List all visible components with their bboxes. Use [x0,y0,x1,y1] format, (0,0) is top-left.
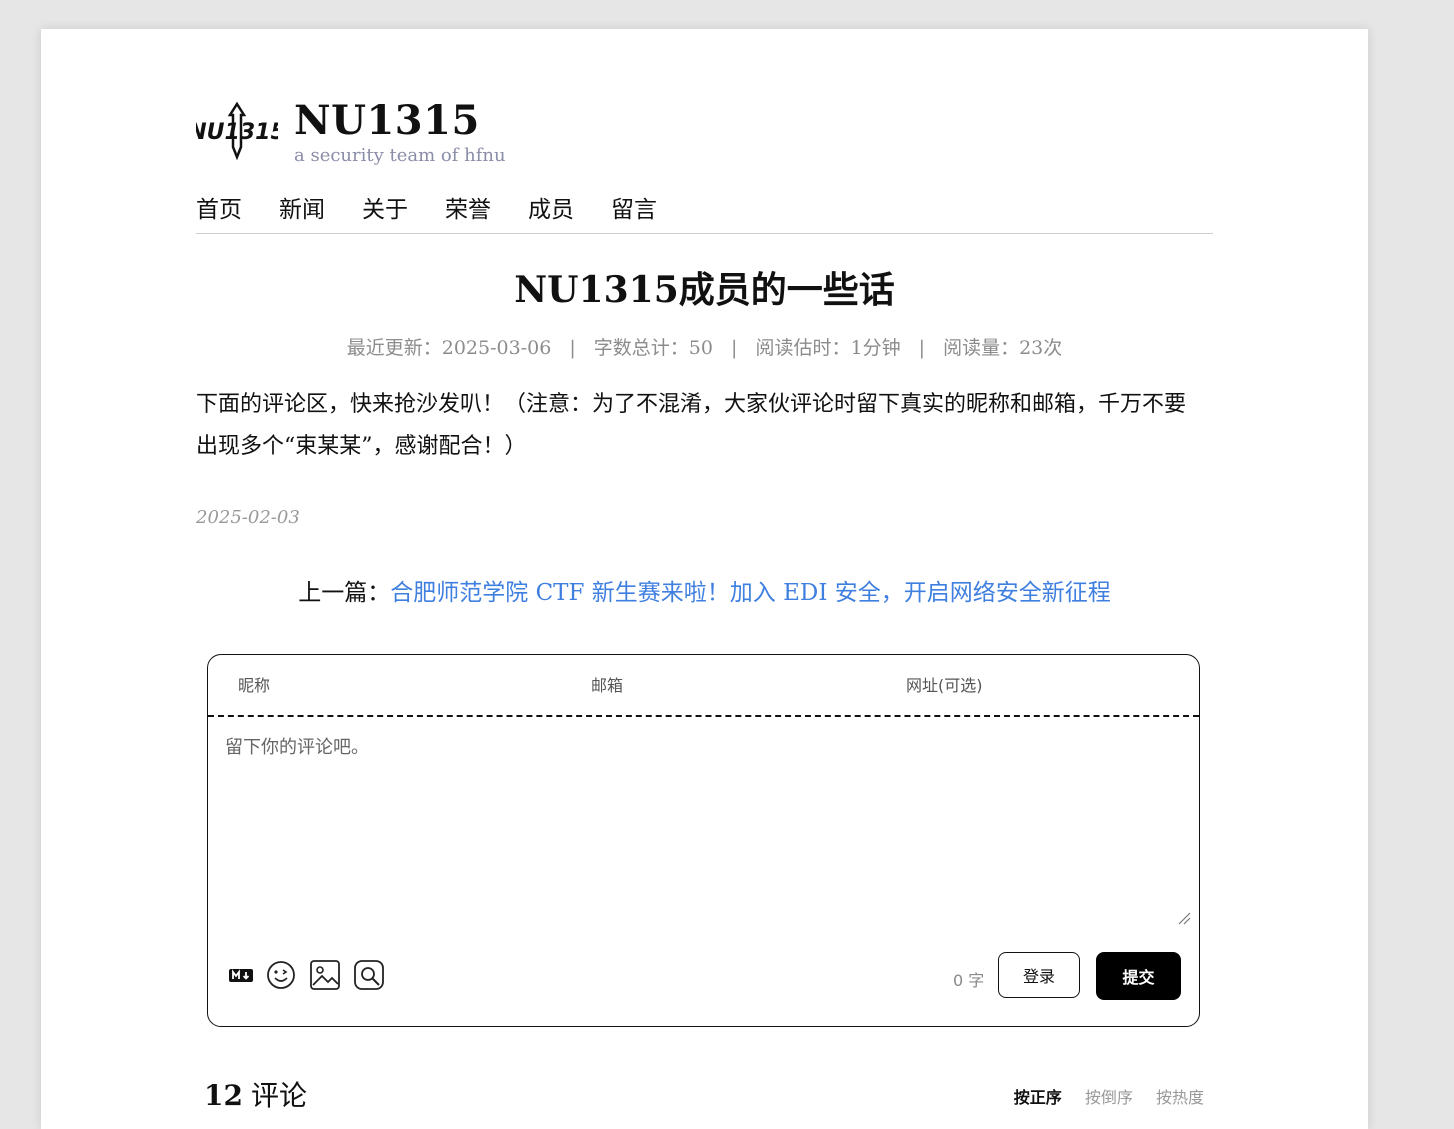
emoji-icon[interactable] [264,958,298,992]
image-icon[interactable] [308,958,342,992]
submit-button[interactable]: 提交 [1096,952,1181,1000]
sort-popularity[interactable]: 按热度 [1156,1088,1204,1107]
prev-post-prefix: 上一篇： [298,580,391,606]
nav-item-news[interactable]: 新闻 [279,193,325,233]
main-nav: 首页 新闻 关于 荣誉 成员 留言 [196,193,1213,234]
nav-item-honors[interactable]: 荣誉 [445,193,491,233]
logo-text: NU1315 [196,120,278,145]
site-logo: NU1315 [196,101,278,163]
article-body: 下面的评论区，快来抢沙发叭！（注意：为了不混淆，大家伙评论时留下真实的昵称和邮箱… [196,392,1187,459]
comment-fields [208,655,1199,717]
meta-separator: | [918,337,926,359]
login-button[interactable]: 登录 [998,952,1080,998]
comments-header: 12 评论 按正序 按倒序 按热度 [204,1074,1204,1114]
resize-handle-icon[interactable] [1177,911,1191,925]
sort-descending[interactable]: 按倒序 [1085,1088,1133,1107]
meta-updated: 最近更新：2025-03-06 [346,337,552,359]
nickname-input[interactable] [236,674,562,696]
post-date: 2025-02-03 [196,507,300,528]
page-card: NU1315 NU1315 a security team of hfnu 首页… [41,29,1368,1129]
prev-post-link[interactable]: 合肥师范学院 CTF 新生赛来啦！加入 EDI 安全，开启网络安全新征程 [390,580,1110,606]
website-input[interactable] [904,674,1199,696]
mention-icon[interactable] [352,958,386,992]
site-subtitle: a security team of hfnu [294,145,506,166]
nav-item-home[interactable]: 首页 [196,193,242,233]
site-title[interactable]: NU1315 [294,99,506,143]
prev-post-nav: 上一篇：合肥师范学院 CTF 新生赛来啦！加入 EDI 安全，开启网络安全新征程 [196,573,1213,607]
site-brand[interactable]: NU1315 NU1315 a security team of hfnu [196,99,506,167]
nav-item-about[interactable]: 关于 [362,193,408,233]
article-meta: 最近更新：2025-03-06 | 字数总计：50 | 阅读估时：1分钟 | 阅… [196,333,1213,360]
comment-sort-options: 按正序 按倒序 按热度 [996,1084,1204,1108]
email-field-wrap [562,655,904,715]
meta-separator: | [731,337,738,359]
comment-toolbar: 0 字 登录 提交 [208,936,1199,1026]
meta-separator: | [569,337,576,359]
markdown-icon[interactable] [228,965,254,985]
sort-ascending[interactable]: 按正序 [1014,1088,1062,1107]
comment-textarea[interactable] [223,731,1187,935]
meta-views: 阅读量：23次 [943,337,1063,359]
nav-item-members[interactable]: 成员 [528,193,574,233]
meta-read-time: 阅读估时：1分钟 [755,337,901,359]
nav-item-guestbook[interactable]: 留言 [611,193,657,233]
comment-tools [228,958,396,992]
meta-word-count: 字数总计：50 [593,337,713,359]
website-field-wrap [904,655,1199,715]
nickname-field-wrap [208,655,562,715]
comment-count-number: 12 [204,1079,243,1112]
comment-textarea-wrap [208,717,1199,935]
comment-count: 12 评论 [204,1074,307,1114]
word-count: 0 字 [953,971,985,990]
comment-form: 0 字 登录 提交 [207,654,1200,1027]
comment-count-label: 评论 [250,1079,307,1112]
email-input[interactable] [589,674,904,696]
article-title: NU1315成员的一些话 [514,269,895,311]
